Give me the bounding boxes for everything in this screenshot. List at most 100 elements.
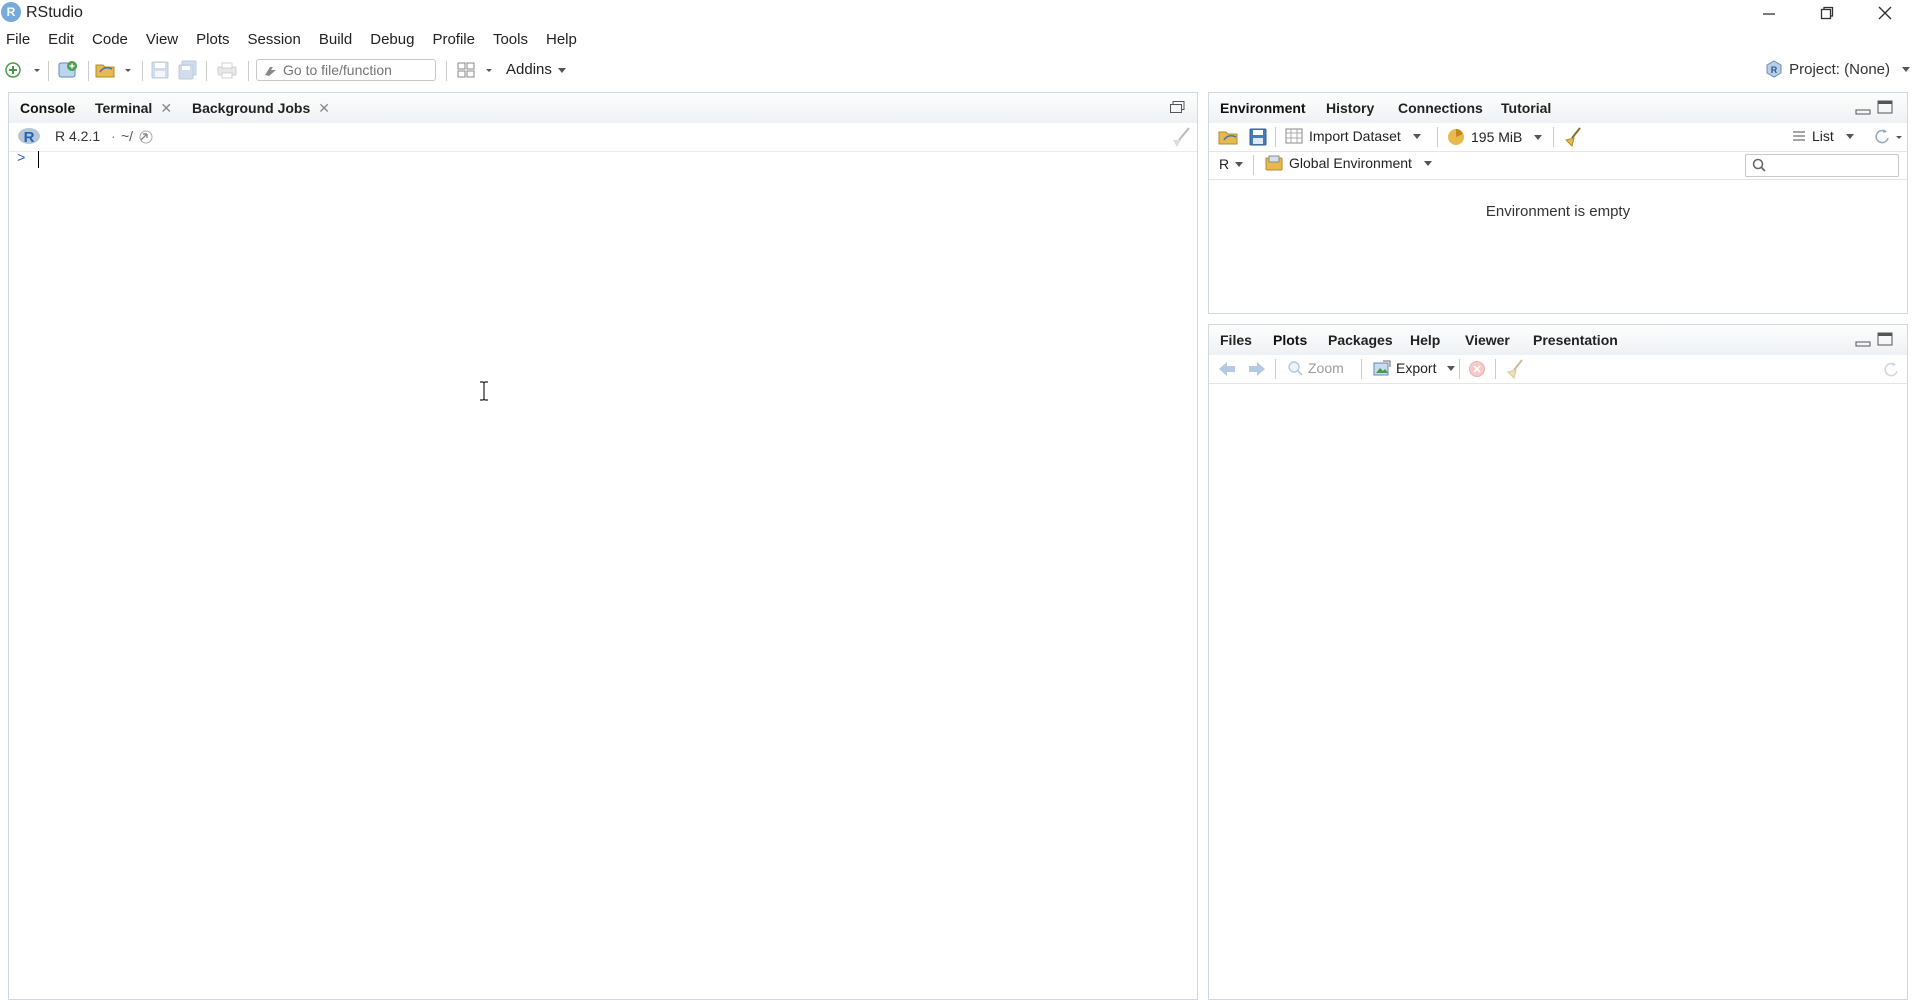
tab-console[interactable]: Console <box>20 93 75 123</box>
go-to-file-function-input[interactable] <box>283 62 423 78</box>
tab-plots[interactable]: Plots <box>1273 325 1307 355</box>
tab-viewer[interactable]: Viewer <box>1465 325 1510 355</box>
svg-text:R: R <box>24 129 35 146</box>
workspace-panes-button[interactable] <box>456 57 498 83</box>
console-status-bar: R R 4.2.1 · ~/ <box>9 123 1197 152</box>
menu-plots[interactable]: Plots <box>187 28 238 52</box>
working-directory: ~/ <box>121 128 134 144</box>
save-workspace-icon[interactable] <box>1249 128 1267 146</box>
next-plot-arrow-icon[interactable] <box>1247 360 1267 378</box>
new-file-icon <box>5 62 40 78</box>
chevron-down-icon <box>1534 134 1543 140</box>
minimize-window-button[interactable] <box>1741 0 1797 26</box>
previous-plot-arrow-icon[interactable] <box>1217 360 1237 378</box>
go-to-file-function-input-wrapper[interactable] <box>256 59 436 81</box>
environment-scope-bar: R Global Environment <box>1209 151 1907 180</box>
rstudio-logo-icon: R <box>1 2 21 22</box>
view-mode-list-button[interactable]: List <box>1792 128 1854 144</box>
chevron-down-icon <box>1423 160 1432 166</box>
minimize-icon <box>1763 13 1775 15</box>
tab-environment[interactable]: Environment <box>1220 93 1306 123</box>
memory-usage-button[interactable]: 195 MiB <box>1447 128 1543 146</box>
clear-objects-broom-icon[interactable] <box>1563 126 1585 148</box>
print-button[interactable] <box>214 57 240 83</box>
menu-debug[interactable]: Debug <box>361 28 423 52</box>
menu-file[interactable]: File <box>0 28 39 52</box>
new-project-button[interactable] <box>54 57 82 83</box>
zoom-button[interactable]: Zoom <box>1287 360 1344 376</box>
memory-pie-icon <box>1448 129 1464 145</box>
addins-label: Addins <box>506 61 552 78</box>
table-grid-icon <box>1285 128 1303 144</box>
menu-view[interactable]: View <box>137 28 187 52</box>
grid-icon <box>457 62 492 78</box>
project-label: Project: (None) <box>1789 60 1890 78</box>
tab-background-jobs-label: Background Jobs <box>192 100 311 116</box>
main-toolbar: Addins <box>0 57 1916 85</box>
save-button[interactable] <box>148 57 172 83</box>
menu-help[interactable]: Help <box>537 28 586 52</box>
tab-packages[interactable]: Packages <box>1328 325 1393 355</box>
maximize-pane-button[interactable] <box>1877 332 1893 346</box>
maximize-window-button[interactable] <box>1799 0 1855 26</box>
tab-presentation[interactable]: Presentation <box>1533 325 1618 355</box>
load-workspace-icon[interactable] <box>1217 128 1241 146</box>
project-menu-button[interactable]: R Project: (None) <box>1765 60 1910 78</box>
maximize-pane-button[interactable] <box>1877 100 1893 114</box>
close-window-button[interactable] <box>1857 0 1913 26</box>
addins-menu-button[interactable]: Addins <box>506 59 566 81</box>
files-plots-pane: Files Plots Packages Help Viewer Present… <box>1208 324 1908 1000</box>
new-file-button[interactable] <box>4 57 44 83</box>
environment-search-input[interactable] <box>1745 154 1899 177</box>
clear-console-broom-icon[interactable] <box>1169 126 1193 148</box>
minimize-pane-button[interactable] <box>1855 103 1871 117</box>
menu-build[interactable]: Build <box>310 28 361 52</box>
environment-scope-selector[interactable]: Global Environment <box>1265 155 1432 171</box>
restore-pane-icon <box>1170 101 1185 113</box>
clear-plots-broom-icon[interactable] <box>1505 358 1527 380</box>
chevron-down-icon <box>1447 365 1456 371</box>
export-image-icon <box>1373 360 1391 376</box>
chevron-down-icon <box>557 67 566 73</box>
go-to-directory-icon[interactable] <box>139 130 153 144</box>
menu-bar: File Edit Code View Plots Session Build … <box>0 28 586 52</box>
maximize-pane-button[interactable] <box>1169 100 1185 114</box>
menu-edit[interactable]: Edit <box>39 28 83 52</box>
import-dataset-button[interactable]: Import Dataset <box>1285 128 1421 144</box>
tab-connections[interactable]: Connections <box>1398 93 1483 123</box>
remove-plot-icon[interactable] <box>1468 360 1486 378</box>
export-plot-button[interactable]: Export <box>1373 360 1456 376</box>
tab-help[interactable]: Help <box>1410 325 1440 355</box>
console-input-area[interactable] <box>9 153 1197 999</box>
menu-tools[interactable]: Tools <box>484 28 537 52</box>
console-pane: Console Terminal ✕ Background Jobs ✕ R R 4… <box>8 92 1198 1000</box>
tab-background-jobs[interactable]: Background Jobs ✕ <box>192 93 330 123</box>
language-selector[interactable]: R <box>1219 156 1244 172</box>
goto-arrow-icon <box>265 67 276 76</box>
open-folder-icon <box>95 64 131 78</box>
console-tabbar: Console Terminal ✕ Background Jobs ✕ <box>9 93 1197 124</box>
tab-history[interactable]: History <box>1326 93 1374 123</box>
chevron-down-icon <box>1845 133 1854 139</box>
refresh-environment-icon[interactable] <box>1872 127 1906 147</box>
tab-terminal[interactable]: Terminal ✕ <box>95 93 172 123</box>
menu-code[interactable]: Code <box>83 28 137 52</box>
environment-scope-label: Global Environment <box>1289 155 1412 171</box>
close-tab-icon[interactable]: ✕ <box>160 100 172 116</box>
refresh-plot-icon[interactable] <box>1881 360 1899 378</box>
minimize-pane-button[interactable] <box>1855 335 1871 349</box>
close-tab-icon[interactable]: ✕ <box>318 100 330 116</box>
maximize-pane-icon <box>1877 100 1893 114</box>
tab-tutorial[interactable]: Tutorial <box>1501 93 1551 123</box>
tab-files[interactable]: Files <box>1220 325 1252 355</box>
open-file-button[interactable] <box>94 57 136 83</box>
environment-empty-message: Environment is empty <box>1485 203 1631 220</box>
close-icon <box>1878 6 1892 20</box>
chevron-down-icon <box>1902 66 1910 72</box>
menu-session[interactable]: Session <box>239 28 310 52</box>
status-separator: · <box>111 128 116 144</box>
save-all-button[interactable] <box>176 57 200 83</box>
menu-profile[interactable]: Profile <box>423 28 484 52</box>
r-logo-icon: R <box>18 128 40 146</box>
window-title: RStudio <box>26 4 83 21</box>
